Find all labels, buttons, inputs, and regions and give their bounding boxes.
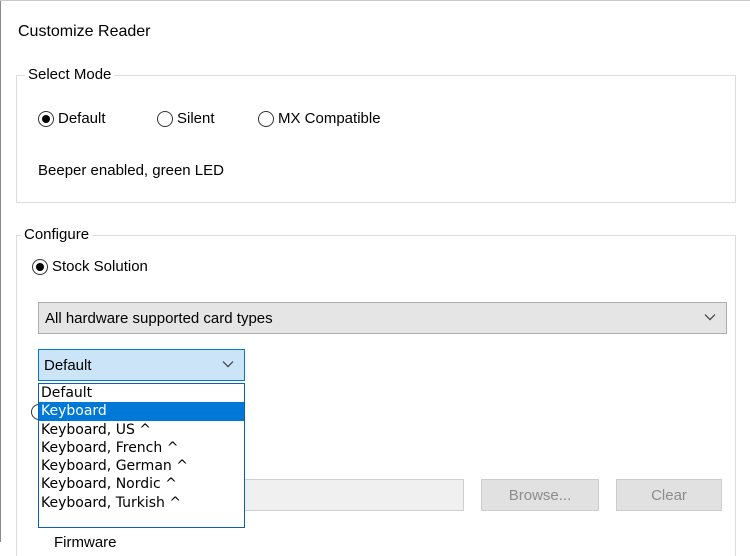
- dropdown-option[interactable]: Keyboard, US ^: [39, 421, 244, 439]
- dropdown-option[interactable]: Keyboard, Turkish ^: [39, 494, 244, 512]
- mode-default-label: Default: [58, 110, 106, 127]
- dropdown-option[interactable]: Keyboard, German ^: [39, 457, 244, 475]
- select-mode-label: Select Mode: [25, 66, 115, 84]
- select-mode-group: [16, 75, 736, 203]
- keyboard-layout-select[interactable]: Default: [38, 349, 245, 381]
- chevron-down-icon: [704, 314, 716, 321]
- stock-solution-radio[interactable]: Stock Solution: [32, 258, 148, 275]
- configure-label: Configure: [21, 226, 93, 244]
- firmware-label: Firmware: [54, 534, 117, 551]
- browse-button[interactable]: Browse...: [481, 479, 599, 511]
- card-types-select[interactable]: All hardware supported card types: [38, 302, 727, 334]
- dropdown-option[interactable]: Keyboard, Nordic ^: [39, 475, 244, 493]
- clear-button[interactable]: Clear: [616, 479, 722, 511]
- dropdown-option-highlighted[interactable]: Keyboard: [39, 402, 244, 421]
- dropdown-option[interactable]: Default: [39, 384, 244, 402]
- card-types-value: All hardware supported card types: [45, 309, 273, 327]
- keyboard-layout-dropdown: Default Keyboard Keyboard, US ^ Keyboard…: [38, 383, 245, 528]
- radio-unchecked-icon: [258, 110, 274, 127]
- window-title: Customize Reader: [18, 23, 151, 40]
- dropdown-option[interactable]: Keyboard, French ^: [39, 439, 244, 457]
- radio-unchecked-icon: [157, 110, 173, 127]
- radio-checked-icon: [38, 110, 54, 127]
- window-left-border: [0, 0, 1, 542]
- radio-checked-icon: [32, 258, 48, 275]
- mode-mx-compatible-label: MX Compatible: [278, 110, 381, 127]
- mode-default-radio[interactable]: Default: [38, 110, 106, 127]
- chevron-down-icon: [222, 361, 234, 368]
- keyboard-layout-value: Default: [44, 356, 92, 374]
- mode-silent-label: Silent: [177, 110, 215, 127]
- mode-description: Beeper enabled, green LED: [38, 162, 224, 179]
- mode-mx-compatible-radio[interactable]: MX Compatible: [258, 110, 381, 127]
- stock-solution-label: Stock Solution: [52, 258, 148, 275]
- file-path-input[interactable]: [240, 479, 464, 511]
- mode-silent-radio[interactable]: Silent: [157, 110, 215, 127]
- window-top-border: [0, 0, 750, 1]
